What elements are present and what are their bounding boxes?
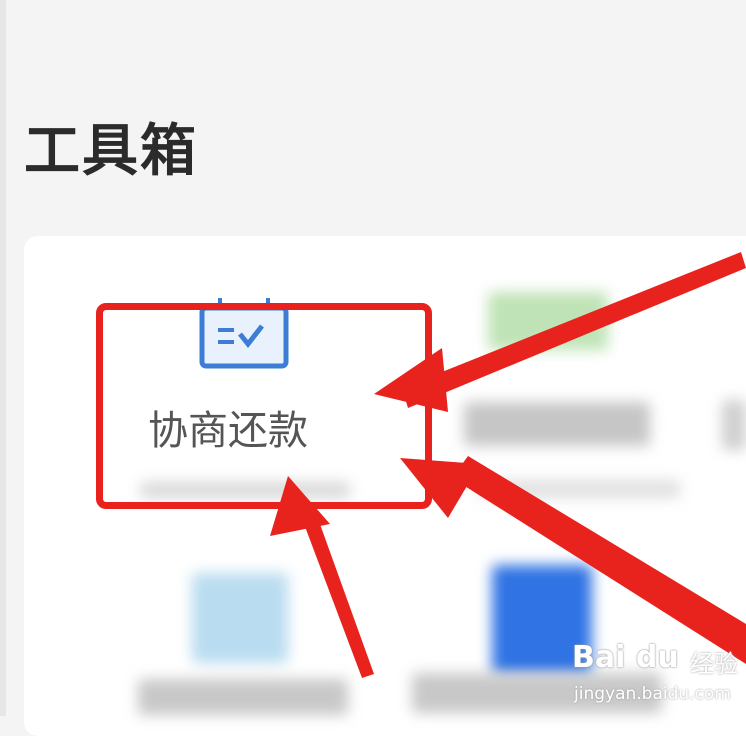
baidu-jingyan-watermark: Bai du 经验 jingyan.baidu.com [572,640,742,710]
red-arrow-upper [402,252,746,408]
red-arrow-upper-head [374,348,448,412]
red-arrow-lower [452,456,746,664]
red-arrow-bottom [298,502,374,678]
watermark-logo: Bai du [572,640,679,675]
watermark-url: jingyan.baidu.com [574,684,731,704]
red-arrows-annotation [270,252,746,678]
watermark-brand: 经验 [690,650,738,678]
